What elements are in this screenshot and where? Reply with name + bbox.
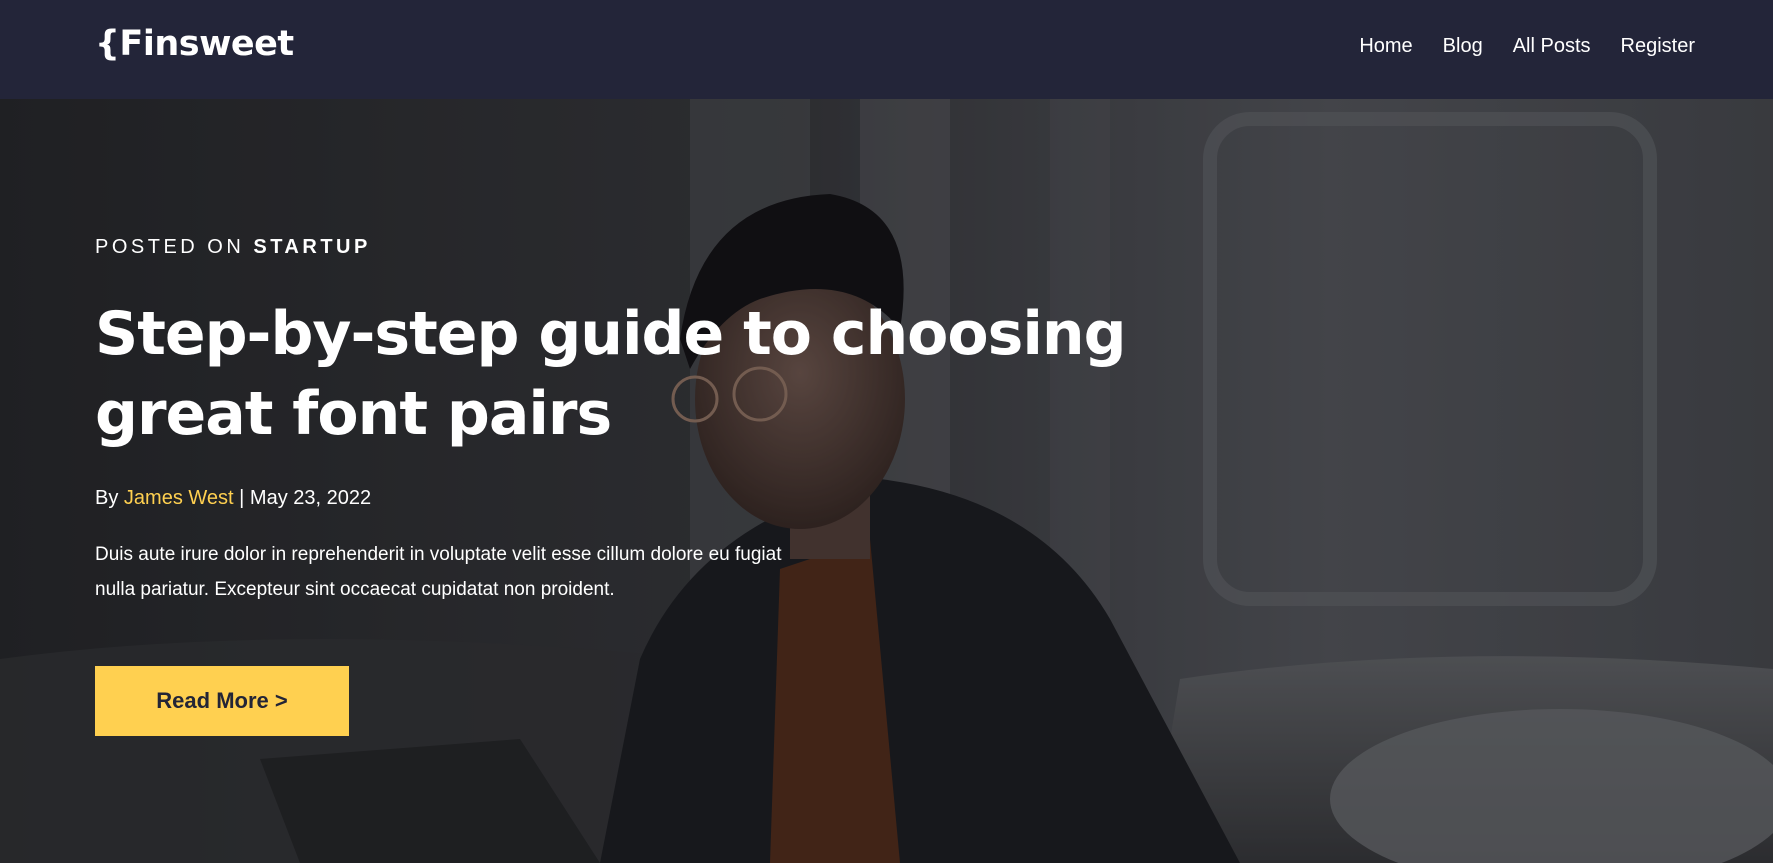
byline-separator: | [239, 487, 245, 509]
post-byline: By James West | May 23, 2022 [95, 485, 371, 511]
posted-on-label: POSTED ON [95, 236, 245, 258]
hero-section: POSTED ON STARTUP Step-by-step guide to … [0, 99, 1773, 863]
brand-logo[interactable]: {Finsweet [95, 20, 294, 68]
author-link[interactable]: James West [124, 487, 234, 509]
category-link[interactable]: STARTUP [253, 236, 370, 258]
nav-link-blog[interactable]: Blog [1443, 31, 1483, 61]
byline-prefix: By [95, 487, 119, 509]
post-category-line: POSTED ON STARTUP [95, 235, 371, 259]
hero-background-photo [0, 99, 1773, 863]
nav-link-home[interactable]: Home [1359, 31, 1412, 61]
post-excerpt: Duis aute irure dolor in reprehenderit i… [95, 544, 782, 600]
read-more-button[interactable]: Read More > [95, 666, 349, 736]
post-title[interactable]: Step-by-step guide to choosing great fon… [95, 294, 1145, 454]
post-date: May 23, 2022 [249, 487, 372, 509]
nav-link-register[interactable]: Register [1621, 31, 1695, 61]
nav-link-all-posts[interactable]: All Posts [1513, 31, 1591, 61]
main-nav: Home Blog All Posts Register [1359, 31, 1695, 61]
top-navbar: {Finsweet Home Blog All Posts Register [0, 0, 1773, 99]
